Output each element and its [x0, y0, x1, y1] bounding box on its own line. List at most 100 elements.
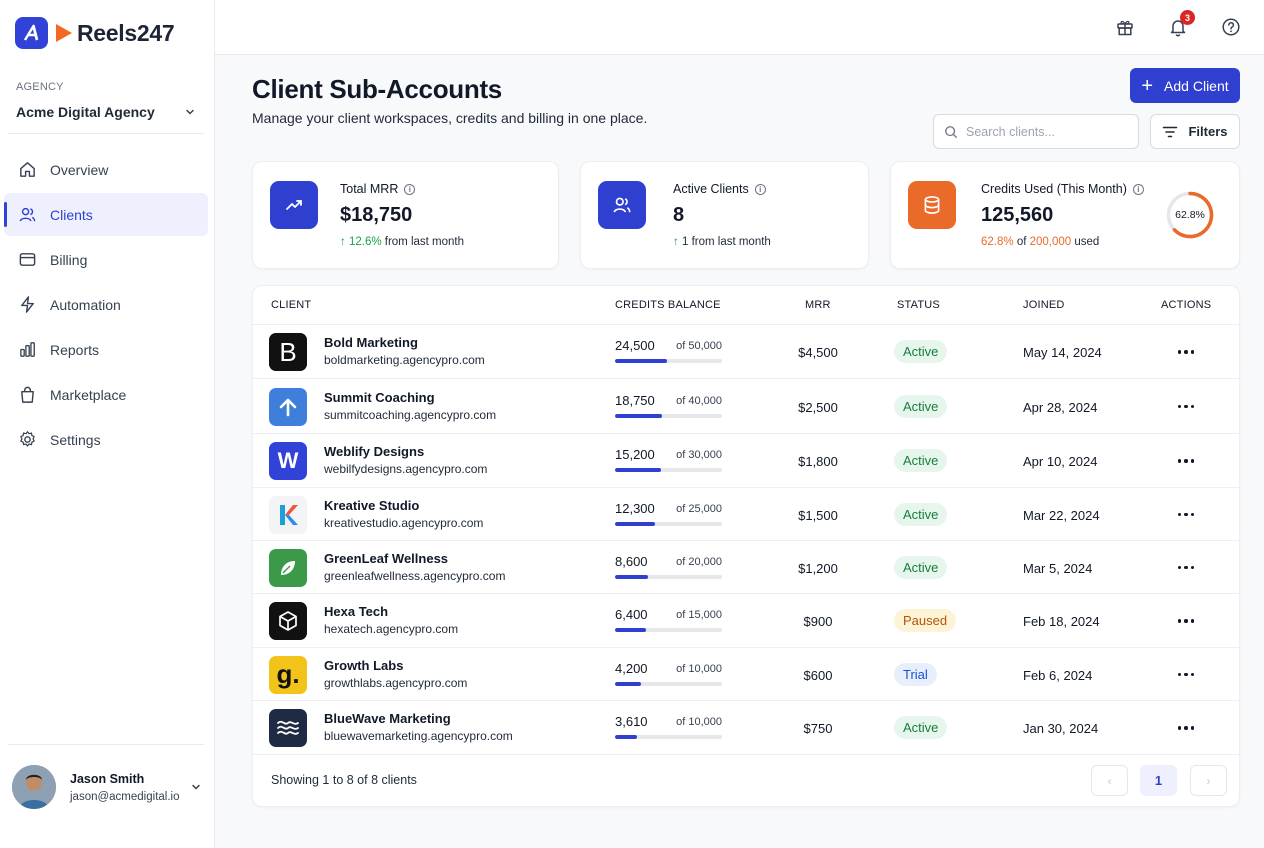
more-actions-icon[interactable] [1173, 342, 1199, 362]
joined-date: Feb 18, 2024 [1023, 614, 1100, 629]
sidebar-item-overview[interactable]: Overview [4, 148, 208, 191]
status-badge: Active [894, 449, 948, 472]
client-mrr: $4,500 [798, 345, 838, 360]
table-row[interactable]: g. Growth Labs growthlabs.agencypro.com 4,2… [253, 648, 1239, 701]
brand-logo [15, 17, 48, 49]
home-icon [17, 160, 37, 180]
sidebar-item-billing[interactable]: Billing [4, 238, 208, 281]
table-row[interactable]: B Bold Marketing boldmarketing.agencypro.c… [253, 325, 1239, 379]
more-actions-icon[interactable] [1173, 558, 1199, 578]
credits-progress-bar [615, 521, 722, 526]
credits-total: of 40,000 [676, 394, 722, 407]
arrow-up-icon: ↑ [673, 236, 679, 248]
sidebar-item-label: Marketplace [50, 386, 127, 403]
client-name[interactable]: GreenLeaf Wellness [324, 551, 448, 566]
previous-page-button[interactable]: ‹ [1091, 765, 1128, 796]
joined-date: May 14, 2024 [1023, 345, 1102, 360]
page-title: Client Sub-Accounts [252, 74, 502, 104]
table-row[interactable]: W Weblify Designs webilfydesigns.agencypro… [253, 434, 1239, 488]
arrow-up-logo [269, 387, 307, 426]
sidebar-item-automation[interactable]: Automation [4, 283, 208, 326]
more-actions-icon[interactable] [1173, 397, 1199, 417]
table-row[interactable]: GreenLeaf Wellness greenleafwellness.agen… [253, 541, 1239, 594]
sidebar-item-label: Settings [50, 431, 101, 448]
credits-progress-bar [615, 681, 722, 686]
usage-ring-label: 62.8% [1175, 209, 1205, 221]
table-row[interactable]: Hexa Tech hexatech.agencypro.com 6,400 of 1… [253, 594, 1239, 648]
client-name[interactable]: Bold Marketing [324, 335, 418, 350]
next-page-button[interactable]: › [1190, 765, 1227, 796]
kpi-value: 125,560 [981, 204, 1054, 226]
credits-progress-fill [615, 521, 655, 526]
users-icon [598, 181, 646, 229]
client-name[interactable]: Growth Labs [324, 658, 403, 673]
bell-icon[interactable]: 3 [1167, 10, 1195, 38]
more-actions-icon[interactable] [1173, 718, 1199, 738]
kpi-delta-value: 12.6% [348, 236, 382, 248]
letter-k-logo [269, 495, 307, 534]
kpi-delta: ↑ 1 from last month [673, 236, 771, 248]
table-row[interactable]: Kreative Studio kreativestudio.agencypro.… [253, 488, 1239, 541]
kpi-delta-suffix: from last month [691, 236, 771, 248]
add-client-button[interactable]: + Add Client [1130, 68, 1240, 103]
search-input[interactable] [966, 124, 1126, 139]
usage-total: 200,000 [1029, 236, 1072, 248]
client-mrr: $1,500 [798, 507, 838, 523]
more-actions-icon[interactable] [1173, 611, 1199, 631]
client-domain: webilfydesigns.agencypro.com [324, 462, 488, 476]
usage-percent: 62.8% [981, 236, 1014, 248]
status-badge: Active [894, 716, 948, 739]
column-header-status[interactable]: STATUS [897, 299, 940, 311]
user-menu[interactable]: Jason Smith jason@acmedigital.io [12, 764, 202, 810]
filters-button[interactable]: Filters [1150, 114, 1240, 149]
client-name[interactable]: BlueWave Marketing [324, 711, 451, 726]
kpi-delta-suffix: from last month [384, 236, 465, 248]
more-actions-icon[interactable] [1173, 451, 1199, 471]
client-name[interactable]: Hexa Tech [324, 604, 388, 619]
credits-progress-fill [615, 681, 641, 686]
info-icon[interactable]: i [1132, 183, 1144, 195]
agency-selector[interactable]: Acme Digital Agency [16, 101, 196, 123]
column-header-mrr[interactable]: MRR [805, 299, 831, 311]
sidebar-item-clients[interactable]: Clients [4, 193, 208, 236]
sidebar-item-label: Clients [50, 206, 93, 223]
arrow-up-icon: ↑ [340, 236, 346, 248]
letter-g-logo: g. [269, 655, 307, 694]
more-actions-icon[interactable] [1173, 505, 1199, 525]
help-icon[interactable] [1220, 16, 1242, 38]
credits-total: of 10,000 [676, 662, 722, 675]
client-name[interactable]: Weblify Designs [324, 444, 424, 459]
client-mrr: $2,500 [798, 399, 838, 415]
table-row[interactable]: BlueWave Marketing bluewavemarketing.agen… [253, 701, 1239, 755]
table-row[interactable]: Summit Coaching summitcoaching.agencypro.… [253, 379, 1239, 434]
status-badge: Trial [894, 662, 937, 686]
sidebar-item-label: Reports [50, 341, 100, 358]
sidebar-item-settings[interactable]: Settings [4, 418, 208, 461]
waves-logo [269, 709, 307, 747]
column-header-credits[interactable]: CREDITS BALANCE [615, 299, 721, 311]
info-icon[interactable]: i [404, 183, 416, 195]
client-name[interactable]: Summit Coaching [324, 390, 435, 405]
client-domain: boldmarketing.agencypro.com [324, 353, 485, 367]
table-header: CLIENT CREDITS BALANCE MRR STATUS JOINED… [253, 286, 1239, 325]
info-icon[interactable]: i [754, 183, 766, 195]
credits-progress-bar [615, 735, 722, 739]
credits-progress-fill [615, 468, 661, 472]
credits-progress-fill [615, 359, 668, 363]
search-box[interactable] [933, 114, 1139, 149]
more-actions-icon[interactable] [1173, 665, 1199, 685]
kpi-label-text: Total MRR [340, 182, 399, 196]
kpi-card-clients: Active Clients i 8 ↑ 1 from last month [580, 161, 869, 269]
sidebar-item-marketplace[interactable]: Marketplace [4, 373, 208, 416]
gift-icon[interactable] [1114, 16, 1136, 38]
sidebar-item-reports[interactable]: Reports [4, 328, 208, 371]
brand[interactable]: Reels247 [15, 17, 175, 49]
joined-date: Mar 5, 2024 [1023, 560, 1093, 576]
column-header-client[interactable]: CLIENT [271, 299, 311, 311]
user-email: jason@acmedigital.io [70, 790, 180, 803]
topbar: 3 [215, 0, 1264, 55]
credits-total: of 10,000 [676, 716, 722, 728]
client-name[interactable]: Kreative Studio [324, 498, 419, 513]
page-button-current[interactable]: 1 [1140, 765, 1177, 796]
column-header-joined[interactable]: JOINED [1023, 299, 1065, 311]
